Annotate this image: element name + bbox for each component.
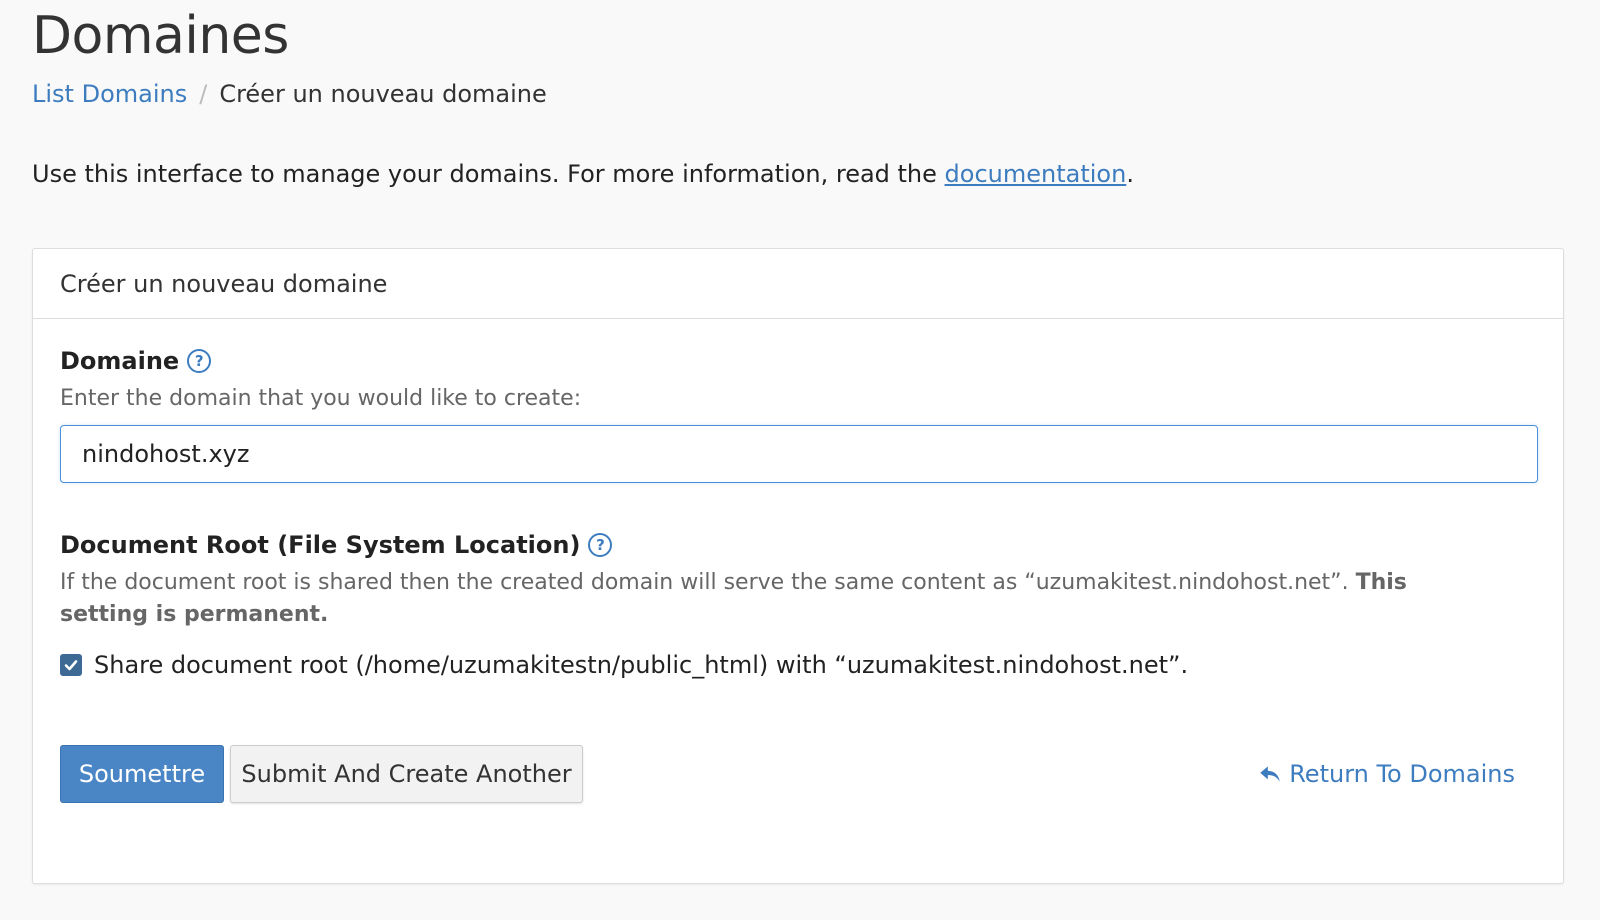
share-docroot-checkbox[interactable] — [60, 654, 82, 676]
breadcrumb-current: Créer un nouveau domaine — [219, 80, 547, 108]
question-circle-icon[interactable]: ? — [588, 533, 613, 557]
docroot-hint: If the document root is shared then the … — [60, 567, 1480, 631]
return-to-domains-link[interactable]: Return To Domains — [1257, 745, 1515, 803]
domain-hint: Enter the domain that you would like to … — [60, 386, 582, 411]
question-circle-icon[interactable]: ? — [187, 349, 212, 373]
reply-arrow-icon — [1260, 766, 1280, 782]
domain-label-text: Domaine — [60, 347, 180, 375]
return-to-domains-label: Return To Domains — [1289, 760, 1515, 788]
domain-input[interactable] — [60, 425, 1538, 483]
intro-text: Use this interface to manage your domain… — [32, 160, 1134, 188]
create-domain-panel: Créer un nouveau domaine Domaine ? Enter… — [32, 248, 1564, 884]
share-docroot-label[interactable]: Share document root (/home/uzumakitestn/… — [94, 651, 1188, 679]
docroot-label-text: Document Root (File System Location) — [60, 531, 581, 559]
breadcrumb-list-domains-link[interactable]: List Domains — [32, 80, 187, 108]
panel-heading: Créer un nouveau domaine — [33, 249, 1563, 319]
documentation-link[interactable]: documentation — [945, 160, 1127, 188]
domain-label: Domaine ? — [60, 347, 212, 375]
docroot-hint-text: If the document root is shared then the … — [60, 570, 1356, 595]
breadcrumb: List Domains / Créer un nouveau domaine — [32, 80, 547, 108]
intro-suffix: . — [1126, 160, 1134, 188]
submit-and-create-another-button[interactable]: Submit And Create Another — [230, 745, 583, 803]
page: Domaines List Domains / Créer un nouveau… — [0, 0, 1600, 920]
intro-body: Use this interface to manage your domain… — [32, 160, 945, 188]
share-docroot-row: Share document root (/home/uzumakitestn/… — [60, 651, 1188, 679]
page-title: Domaines — [32, 6, 289, 66]
check-icon — [64, 660, 78, 671]
submit-button[interactable]: Soumettre — [60, 745, 224, 803]
breadcrumb-separator: / — [199, 80, 208, 108]
docroot-label: Document Root (File System Location) ? — [60, 531, 613, 559]
